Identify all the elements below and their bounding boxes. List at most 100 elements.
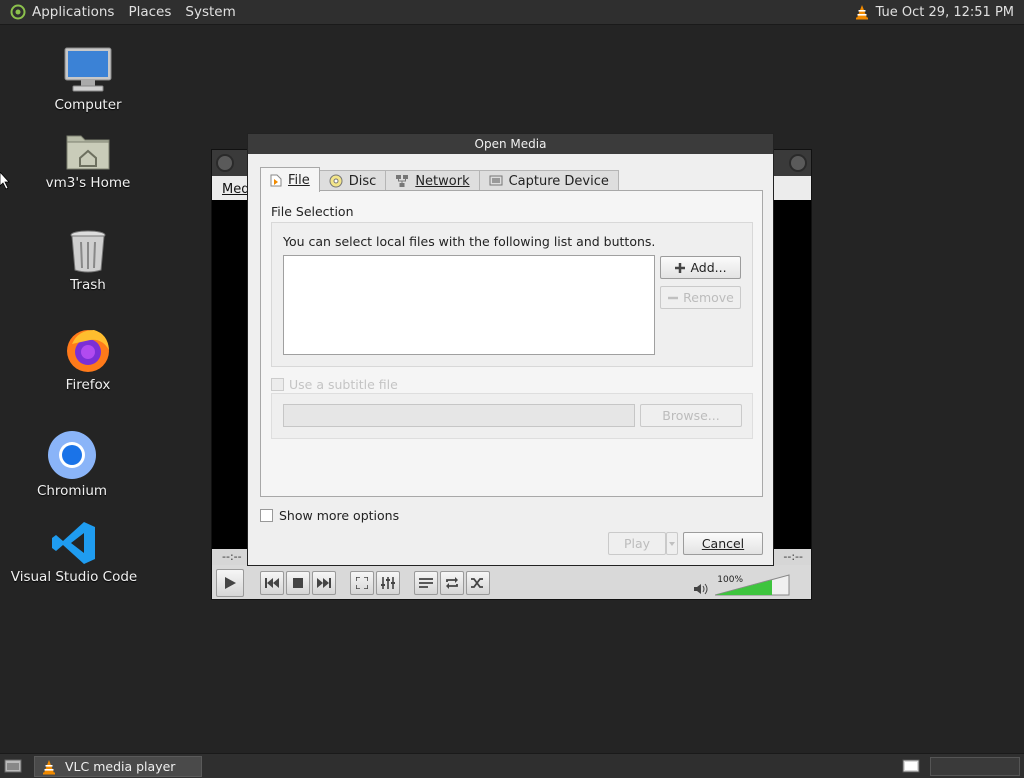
taskbar-item-label: VLC media player xyxy=(65,759,176,774)
remove-button-label: Remove xyxy=(683,290,734,305)
play-options-dropdown[interactable] xyxy=(666,532,678,555)
taskbar-item-vlc[interactable]: VLC media player xyxy=(34,756,202,777)
playback-controls: 100% xyxy=(212,565,811,599)
cancel-button[interactable]: Cancel xyxy=(683,532,763,555)
total-time: --:-- xyxy=(783,550,803,563)
workspace-switcher-icon[interactable] xyxy=(902,758,920,774)
next-icon xyxy=(317,578,331,588)
minus-icon xyxy=(668,296,679,299)
chromium-icon xyxy=(48,431,96,479)
previous-button[interactable] xyxy=(260,571,284,595)
file-selection-title: File Selection xyxy=(271,204,354,219)
previous-icon xyxy=(265,578,279,588)
desktop-icon-firefox[interactable]: Firefox xyxy=(23,326,153,393)
add-button[interactable]: Add... xyxy=(660,256,741,279)
subtitle-file-input[interactable] xyxy=(283,404,635,427)
fullscreen-button[interactable] xyxy=(350,571,374,595)
desktop-icon-vscode[interactable]: Visual Studio Code xyxy=(9,520,139,585)
plus-icon xyxy=(675,262,686,273)
home-folder-icon xyxy=(66,135,110,170)
remove-button[interactable]: Remove xyxy=(660,286,741,309)
panel-clock-area[interactable]: Tue Oct 29, 12:51 PM xyxy=(854,4,1014,20)
elapsed-time: --:-- xyxy=(222,550,242,563)
file-selection-hint: You can select local files with the foll… xyxy=(283,234,656,249)
extended-settings-button[interactable] xyxy=(376,571,400,595)
network-icon xyxy=(396,175,409,187)
clock-text[interactable]: Tue Oct 29, 12:51 PM xyxy=(876,5,1014,20)
file-icon xyxy=(270,174,282,186)
tab-label: File xyxy=(288,172,310,188)
show-desktop-icon[interactable] xyxy=(4,758,22,774)
play-button-label: Play xyxy=(623,536,651,551)
firefox-icon xyxy=(67,330,109,372)
stop-button[interactable] xyxy=(286,571,310,595)
desktop-icon-label: Trash xyxy=(70,277,106,293)
loop-icon xyxy=(446,577,458,589)
file-selection-group: You can select local files with the foll… xyxy=(271,222,753,367)
chevron-down-icon xyxy=(669,541,675,546)
stop-icon xyxy=(293,578,303,588)
desktop-icon-label: Computer xyxy=(54,97,122,113)
subtitle-checkbox[interactable] xyxy=(271,378,284,391)
shuffle-button[interactable] xyxy=(466,571,490,595)
desktop-icon-label: vm3's Home xyxy=(45,175,131,191)
places-menu[interactable]: Places xyxy=(128,4,171,20)
desktop-icon-chromium[interactable]: Chromium xyxy=(7,430,137,499)
tab-label: Network xyxy=(415,173,470,189)
play-icon xyxy=(225,577,236,589)
subtitle-option[interactable]: Use a subtitle file xyxy=(271,377,398,392)
monitor-icon xyxy=(64,47,112,92)
subtitle-label: Use a subtitle file xyxy=(289,377,398,392)
tab-label: Disc xyxy=(348,173,377,189)
mouse-cursor-icon xyxy=(0,172,10,190)
play-button[interactable]: Play xyxy=(608,532,666,555)
tab-capture-device[interactable]: Capture Device xyxy=(478,170,619,191)
loop-button[interactable] xyxy=(440,571,464,595)
vlc-tray-icon[interactable] xyxy=(854,4,870,20)
tab-disc[interactable]: Disc xyxy=(318,170,387,191)
bottom-taskbar: VLC media player xyxy=(0,753,1024,778)
desktop-icon-label: Chromium xyxy=(36,483,108,499)
desktop-icon-label: Visual Studio Code xyxy=(10,569,138,585)
top-panel: Applications Places System Tue Oct 29, 1… xyxy=(0,0,1024,25)
media-menu[interactable]: Med xyxy=(222,182,249,197)
file-tab-panel: File Selection You can select local file… xyxy=(260,190,763,497)
dialog-title[interactable]: Open Media xyxy=(248,134,773,154)
capture-device-icon xyxy=(489,175,503,186)
applications-menu[interactable]: Applications xyxy=(32,4,114,20)
browse-button[interactable]: Browse... xyxy=(640,404,742,427)
show-more-label: Show more options xyxy=(279,508,400,523)
show-more-checkbox[interactable] xyxy=(260,509,273,522)
vlc-cone-icon xyxy=(43,759,55,774)
window-close-knob[interactable] xyxy=(789,154,807,172)
tab-network[interactable]: Network xyxy=(385,170,480,191)
window-menu-knob[interactable] xyxy=(216,154,234,172)
next-button[interactable] xyxy=(312,571,336,595)
cancel-button-label: Cancel xyxy=(701,536,745,551)
fullscreen-icon xyxy=(356,577,368,589)
volume-slider[interactable] xyxy=(715,574,791,596)
speaker-icon[interactable] xyxy=(694,583,708,595)
disc-icon xyxy=(329,174,343,188)
open-media-dialog: Open Media File Disc Network Capture Dev… xyxy=(247,133,774,566)
browse-button-label: Browse... xyxy=(662,408,720,423)
trash-icon xyxy=(70,230,106,273)
tab-file[interactable]: File xyxy=(260,167,320,192)
media-source-tabs: File Disc Network Capture Device xyxy=(260,167,619,192)
desktop-icon-home[interactable]: vm3's Home xyxy=(23,128,153,191)
show-more-options[interactable]: Show more options xyxy=(260,508,399,523)
desktop-icon-label: Firefox xyxy=(65,377,111,393)
desktop-icon-trash[interactable]: Trash xyxy=(23,228,153,293)
desktop-icon-computer[interactable]: Computer xyxy=(23,46,153,113)
equalizer-icon xyxy=(381,577,395,589)
file-list[interactable] xyxy=(283,255,655,355)
play-button[interactable] xyxy=(216,569,244,597)
vscode-icon xyxy=(52,522,95,564)
system-menu[interactable]: System xyxy=(185,4,235,20)
playlist-button[interactable] xyxy=(414,571,438,595)
workspace-switcher[interactable] xyxy=(930,757,1020,776)
tab-label: Capture Device xyxy=(508,173,609,189)
playlist-icon xyxy=(419,578,433,588)
subtitle-group: Browse... xyxy=(271,393,753,439)
distro-logo-icon[interactable] xyxy=(10,4,26,20)
